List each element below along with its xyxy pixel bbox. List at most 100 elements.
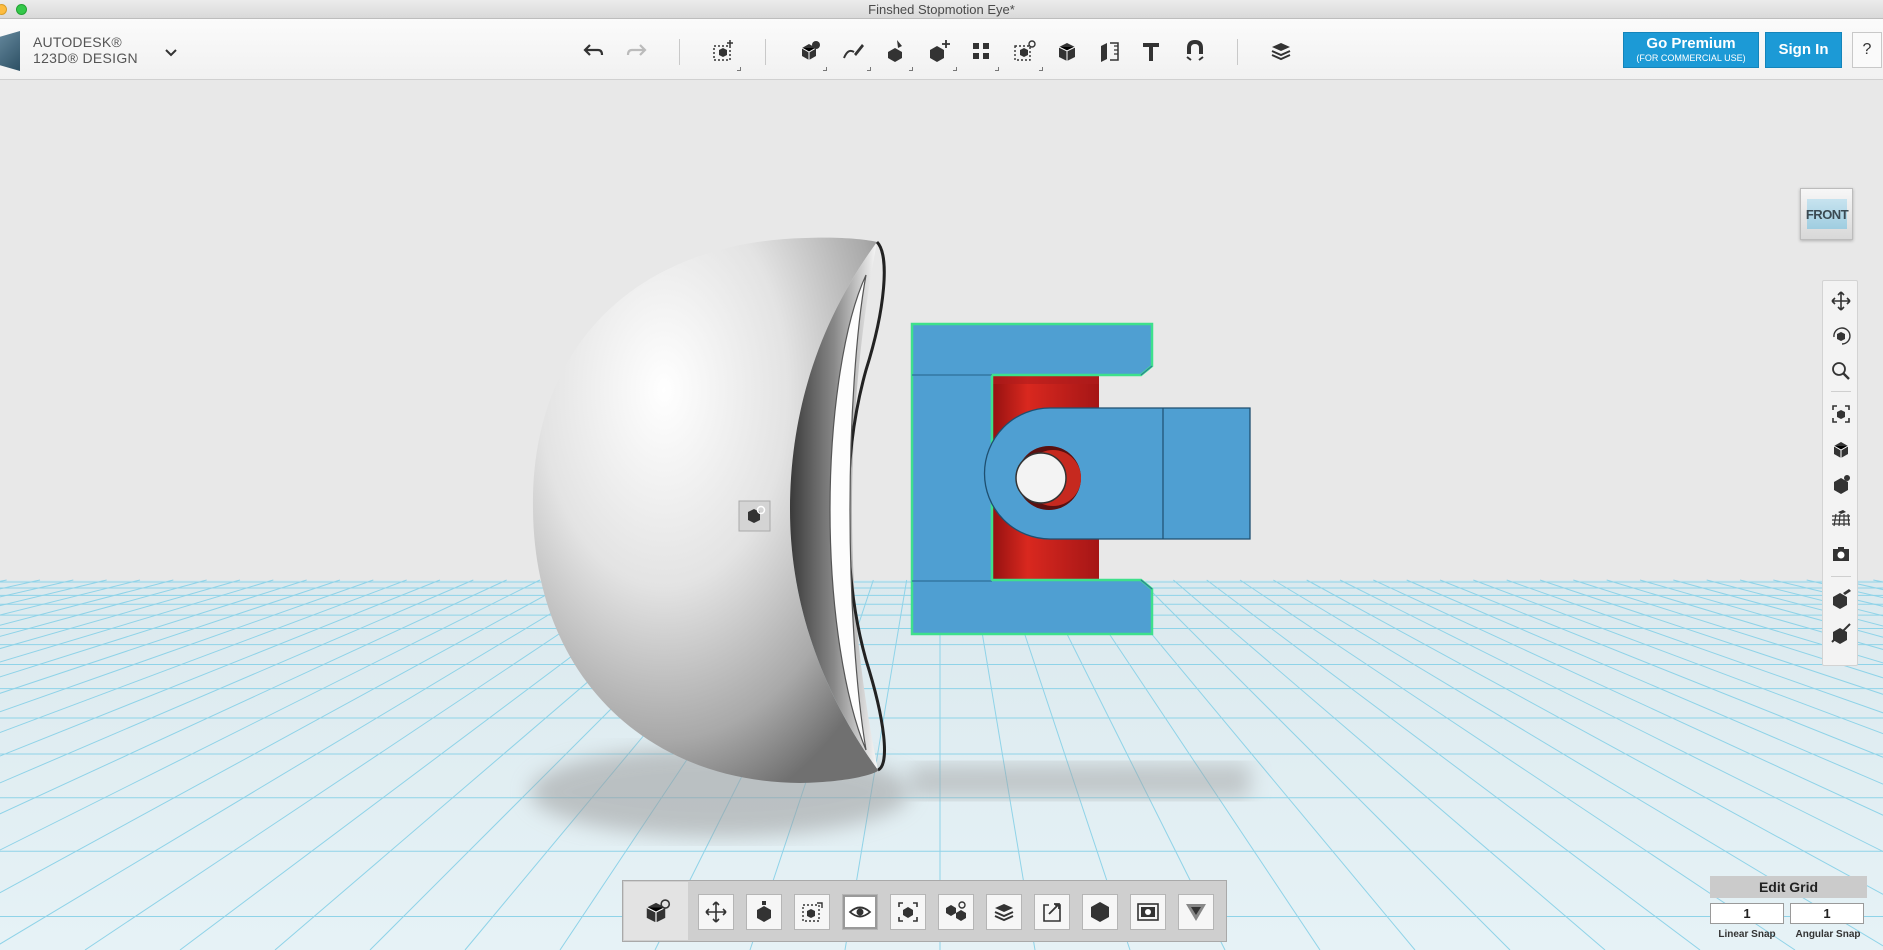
undo-icon [583, 44, 604, 56]
export-button[interactable] [1034, 894, 1070, 930]
hide-toggle-button[interactable] [1827, 619, 1855, 647]
move-button[interactable] [698, 894, 734, 930]
window-minimize-button[interactable] [0, 4, 7, 15]
pan-arrows-icon [1831, 291, 1851, 311]
camera-icon [1833, 547, 1849, 561]
orbit-icon [1833, 327, 1851, 345]
construct-tool-button[interactable] [879, 35, 913, 71]
combine-tool-button[interactable] [1051, 35, 1083, 67]
bounding-box-button[interactable] [794, 894, 830, 930]
pan-button[interactable] [1827, 287, 1855, 315]
transform-tool-button[interactable] [707, 35, 741, 71]
snapshot-camera-icon [1137, 903, 1159, 921]
grouping-tool-button[interactable] [1009, 35, 1043, 71]
visual-style-button[interactable] [1827, 470, 1855, 498]
fit-icon [1832, 405, 1850, 423]
material-toggle-button[interactable] [1827, 584, 1855, 612]
sketch-pencil-icon [843, 44, 864, 59]
app-menu-chevron-down-icon[interactable] [164, 45, 178, 61]
window-title: Finshed Stopmotion Eye* [868, 2, 1015, 17]
modify-icon [930, 40, 950, 62]
eye-icon [848, 906, 872, 918]
hexagon-material-icon [1091, 902, 1109, 922]
navigation-bar [1822, 280, 1858, 666]
combine-layers-icon [994, 904, 1014, 922]
show-hide-button[interactable] [842, 894, 878, 930]
text-tool-button[interactable] [1135, 35, 1167, 67]
view-cube[interactable]: FRONT [1800, 188, 1853, 240]
smart-scale-button[interactable] [746, 894, 782, 930]
orbit-button[interactable] [1827, 322, 1855, 350]
grid-toggle-icon [1832, 510, 1850, 527]
edit-grid-panel: Edit Grid Linear Snap Angular Snap [1710, 876, 1867, 948]
view-mode-button[interactable] [624, 882, 688, 940]
3d-viewport[interactable]: FRONT Edit Grid 1 1 Linear Snap Angular … [0, 80, 1883, 950]
redo-button[interactable] [620, 35, 652, 67]
app-logo-icon [0, 31, 20, 71]
fit-selection-button[interactable] [890, 894, 926, 930]
window-title-bar: Finshed Stopmotion Eye* [0, 0, 1883, 19]
linear-snap-input[interactable] [1710, 903, 1784, 924]
construct-extrude-icon [888, 40, 902, 62]
go-premium-button[interactable]: Go Premium (FOR COMMERCIAL USE) [1623, 32, 1759, 68]
materials-layers-icon [1271, 43, 1291, 61]
toolbar-separator [765, 39, 766, 65]
fit-button[interactable] [1827, 400, 1855, 428]
filter-button[interactable] [1178, 894, 1214, 930]
window-zoom-button[interactable] [16, 4, 27, 15]
perspective-button[interactable] [1827, 435, 1855, 463]
combine-icon [1058, 43, 1076, 61]
main-toolbar: AUTODESK® 123D® DESIGN Go Premium (FOR C… [0, 19, 1883, 80]
brand-company: AUTODESK® [33, 34, 122, 50]
export-icon [1043, 903, 1061, 922]
group-icon [946, 901, 966, 921]
camera-button[interactable] [1827, 540, 1855, 568]
undo-button[interactable] [578, 35, 610, 67]
fit-selection-icon [898, 902, 918, 922]
move-arrows-icon [705, 901, 727, 923]
measure-tool-button[interactable] [1093, 35, 1125, 67]
view-mode-cube-icon [646, 899, 671, 923]
snapshot-button[interactable] [1130, 894, 1166, 930]
pattern-grid-icon [973, 43, 989, 59]
measure-icon [1101, 42, 1119, 62]
sketch-tool-button[interactable] [837, 35, 871, 71]
view-cube-front-face[interactable]: FRONT [1806, 199, 1849, 229]
material-button[interactable] [1082, 894, 1118, 930]
bottom-toolbar [622, 880, 1227, 942]
scene-canvas[interactable] [0, 80, 1883, 950]
bracket-shadow [910, 764, 1250, 798]
materials-tool-button[interactable] [1265, 35, 1297, 67]
visual-style-icon [1834, 475, 1850, 494]
perspective-cube-icon [1833, 442, 1849, 458]
brand-product: 123D® DESIGN [33, 50, 138, 66]
material-toggle-icon [1833, 589, 1851, 609]
angular-snap-input[interactable] [1790, 903, 1864, 924]
sign-in-button[interactable]: Sign In [1765, 32, 1842, 68]
pattern-tool-button[interactable] [965, 35, 999, 71]
zoom-button[interactable] [1827, 357, 1855, 385]
lug-hole [1015, 452, 1067, 504]
toolbar-separator [1237, 39, 1238, 65]
grid-toggle-button[interactable] [1827, 505, 1855, 533]
smart-scale-icon [757, 901, 771, 922]
edit-grid-button[interactable]: Edit Grid [1710, 876, 1867, 898]
grouping-icon [1014, 40, 1036, 61]
redo-icon [626, 44, 647, 56]
pivot-gizmo-icon[interactable] [738, 500, 771, 532]
angular-snap-label: Angular Snap [1795, 929, 1861, 940]
modify-tool-button[interactable] [923, 35, 957, 71]
filter-funnel-icon [1186, 904, 1206, 921]
linear-snap-label: Linear Snap [1718, 929, 1776, 940]
primitives-tool-button[interactable] [793, 35, 827, 71]
zoom-magnifier-icon [1832, 362, 1850, 380]
text-t-icon [1143, 43, 1159, 61]
help-button[interactable]: ? [1852, 32, 1882, 68]
combine-button[interactable] [986, 894, 1022, 930]
snap-magnet-icon [1186, 39, 1204, 61]
hide-toggle-icon [1831, 623, 1851, 644]
bounding-box-icon [802, 902, 823, 922]
group-button[interactable] [938, 894, 974, 930]
snap-tool-button[interactable] [1179, 35, 1211, 67]
toolbar-separator [679, 39, 680, 65]
